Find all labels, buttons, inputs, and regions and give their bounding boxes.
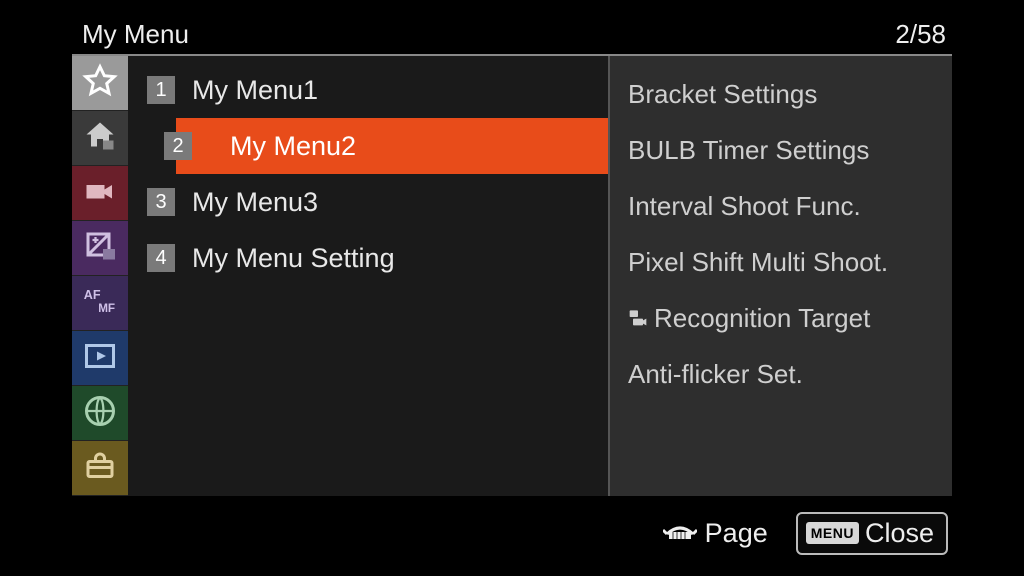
item-number-badge: 2	[164, 132, 192, 160]
globe-icon	[82, 393, 118, 434]
setting-label: Interval Shoot Func.	[628, 191, 861, 222]
submenu-label: My Menu1	[192, 75, 318, 106]
item-number-badge: 4	[147, 244, 175, 272]
svg-text:AF: AF	[84, 288, 101, 302]
submenu-item-mymenu1[interactable]: 1 My Menu1	[128, 62, 608, 118]
setting-label: Anti-flicker Set.	[628, 359, 803, 390]
tab-setup[interactable]	[72, 441, 128, 496]
submenu-label: My Menu3	[192, 187, 318, 218]
submenu-item-mymenu-setting[interactable]: 4 My Menu Setting	[128, 230, 608, 286]
exposure-icon	[82, 228, 118, 269]
star-icon	[82, 63, 118, 104]
setting-label: Pixel Shift Multi Shoot.	[628, 247, 888, 278]
setting-label: Bracket Settings	[628, 79, 817, 110]
submenu-item-mymenu2[interactable]: 2 My Menu2	[176, 118, 608, 174]
setting-label: BULB Timer Settings	[628, 135, 869, 166]
submenu-list: 1 My Menu1 2 My Menu2 3 My Menu3 4 My Me…	[128, 56, 608, 496]
tab-shooting[interactable]	[72, 166, 128, 221]
tab-focus[interactable]: AFMF	[72, 276, 128, 331]
footer-bar: Page MENU Close	[663, 508, 952, 558]
setting-bracket-settings[interactable]: Bracket Settings	[628, 66, 952, 122]
tab-network[interactable]	[72, 386, 128, 441]
sidebar-tabs: AFMF	[72, 56, 128, 496]
camera-movie-icon	[628, 303, 648, 334]
page-label: Page	[705, 518, 768, 549]
header-bar: My Menu 2/58	[72, 18, 952, 56]
menu-pill-icon: MENU	[806, 522, 859, 544]
page-hint: Page	[663, 518, 768, 549]
afmf-icon: AFMF	[82, 283, 118, 324]
close-button[interactable]: MENU Close	[796, 512, 948, 555]
setting-pixel-shift[interactable]: Pixel Shift Multi Shoot.	[628, 234, 952, 290]
body: AFMF 1 My Menu1	[72, 56, 952, 496]
submenu-label: My Menu Setting	[192, 243, 395, 274]
setting-label: Recognition Target	[654, 303, 870, 334]
item-number-badge: 1	[147, 76, 175, 104]
setting-anti-flicker[interactable]: Anti-flicker Set.	[628, 346, 952, 402]
dial-icon	[663, 518, 697, 549]
camera-icon	[82, 173, 118, 214]
tab-exposure[interactable]	[72, 221, 128, 276]
setting-bulb-timer[interactable]: BULB Timer Settings	[628, 122, 952, 178]
menu-screen: My Menu 2/58	[72, 18, 952, 558]
toolbox-icon	[82, 448, 118, 489]
home-icon	[82, 118, 118, 159]
setting-recognition-target[interactable]: Recognition Target	[628, 290, 952, 346]
svg-text:MF: MF	[98, 301, 115, 314]
page-counter: 2/58	[895, 19, 946, 50]
setting-interval-shoot[interactable]: Interval Shoot Func.	[628, 178, 952, 234]
tab-playback[interactable]	[72, 331, 128, 386]
tab-my-menu[interactable]	[72, 56, 128, 111]
submenu-item-mymenu3[interactable]: 3 My Menu3	[128, 174, 608, 230]
tab-main[interactable]	[72, 111, 128, 166]
close-label: Close	[865, 518, 934, 549]
settings-list: Bracket Settings BULB Timer Settings Int…	[608, 56, 952, 496]
page-title: My Menu	[82, 19, 189, 50]
item-number-badge: 3	[147, 188, 175, 216]
submenu-label: My Menu2	[230, 131, 356, 162]
play-icon	[82, 338, 118, 379]
